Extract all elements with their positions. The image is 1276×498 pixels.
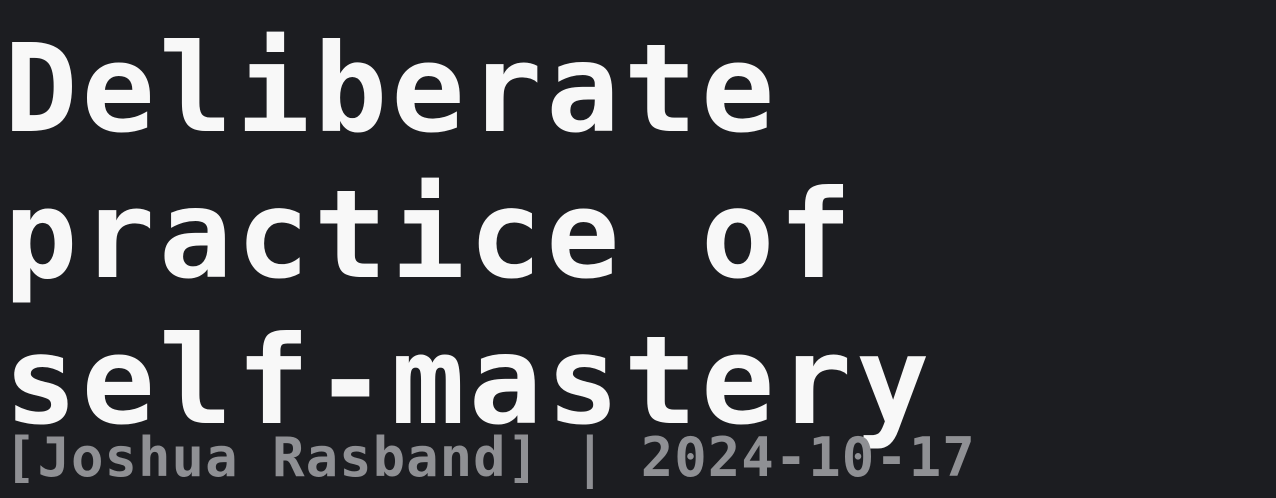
author-date-byline: [Joshua Rasband] | 2024-10-17 xyxy=(4,426,976,489)
post-header: Deliberate practice of self-mastery [Jos… xyxy=(0,0,1276,498)
title-line: Deliberate xyxy=(4,18,779,160)
page-title: Deliberate practice of self-mastery xyxy=(4,16,933,454)
title-line: practice of xyxy=(4,164,856,306)
